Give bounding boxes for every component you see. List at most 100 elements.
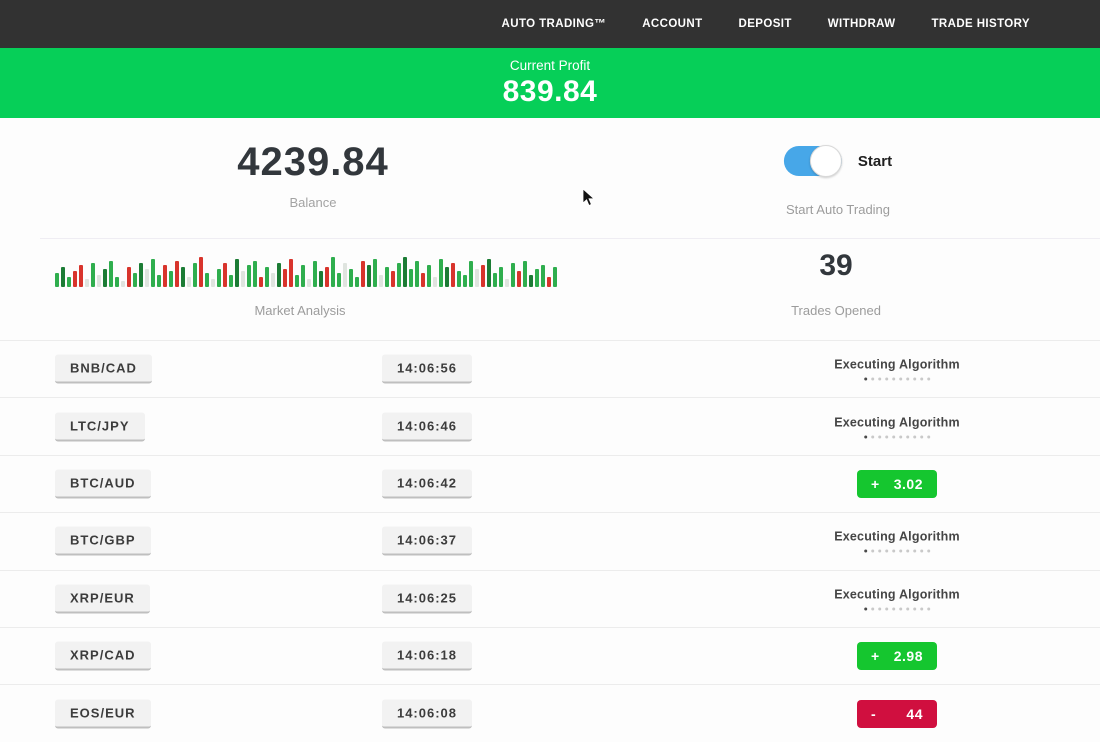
badge-sign: -	[871, 706, 876, 722]
nav-item-trade-history[interactable]: TRADE HISTORY	[932, 18, 1031, 30]
trade-status: Executing Algorithm	[834, 415, 960, 438]
balance-value: 4239.84	[237, 140, 389, 185]
market-bar	[91, 263, 95, 287]
market-bar	[247, 265, 251, 287]
trade-status: +3.02	[857, 470, 937, 498]
market-bar	[439, 259, 443, 287]
market-bar	[523, 261, 527, 287]
loading-dot	[906, 435, 909, 438]
market-bar	[79, 265, 83, 287]
loading-dots-icon	[834, 435, 960, 438]
market-analysis-section: Market Analysis 39 Trades Opened	[0, 239, 1100, 340]
market-bar	[373, 259, 377, 287]
market-bar	[229, 275, 233, 287]
executing-algorithm-label: Executing Algorithm	[834, 415, 960, 429]
loading-dot	[878, 607, 881, 610]
market-bar	[199, 257, 203, 287]
loading-dot	[878, 550, 881, 553]
loading-dot	[899, 435, 902, 438]
market-bar	[433, 277, 437, 287]
market-bar	[139, 263, 143, 287]
market-bar	[163, 265, 167, 287]
badge-value: 3.02	[894, 476, 923, 492]
loading-dot	[899, 607, 902, 610]
profit-badge-green: +2.98	[857, 642, 937, 670]
trades-opened-value: 39	[819, 249, 852, 283]
market-bar	[427, 265, 431, 287]
market-bar	[547, 277, 551, 287]
market-bar	[133, 273, 137, 287]
market-bar	[223, 263, 227, 287]
market-bar	[241, 271, 245, 287]
market-bar	[463, 275, 467, 287]
market-bar	[127, 267, 131, 287]
loading-dot	[864, 435, 867, 438]
market-bar	[295, 275, 299, 287]
auto-trading-toggle[interactable]	[784, 146, 842, 176]
loading-dot	[885, 378, 888, 381]
executing-algorithm-label: Executing Algorithm	[834, 587, 960, 601]
market-bar	[157, 275, 161, 287]
market-bar	[217, 269, 221, 287]
market-bar	[277, 263, 281, 287]
market-bar	[331, 257, 335, 287]
loading-dot	[913, 435, 916, 438]
trades-table: BNB/CAD14:06:56Executing AlgorithmLTC/JP…	[0, 340, 1100, 742]
loading-dot	[899, 550, 902, 553]
market-bar	[397, 263, 401, 287]
market-analysis-label: Market Analysis	[254, 303, 345, 318]
trade-status: +2.98	[857, 642, 937, 670]
trade-pair-chip: LTC/JPY	[55, 412, 145, 441]
market-bar	[313, 261, 317, 287]
balance-label: Balance	[237, 195, 389, 210]
trade-status: Executing Algorithm	[834, 358, 960, 381]
market-bar	[271, 273, 275, 287]
loading-dot	[927, 607, 930, 610]
loading-dot	[871, 435, 874, 438]
loading-dot	[927, 378, 930, 381]
market-bar	[391, 271, 395, 287]
loading-dot	[906, 378, 909, 381]
top-nav: AUTO TRADING™ ACCOUNT DEPOSIT WITHDRAW TRADE…	[0, 0, 1100, 48]
market-bar	[499, 267, 503, 287]
trade-pair-chip: BNB/CAD	[55, 355, 152, 384]
market-bar	[109, 261, 113, 287]
trade-status: Executing Algorithm	[834, 587, 960, 610]
loading-dots-icon	[834, 607, 960, 610]
auto-trading-page: AUTO TRADING™ ACCOUNT DEPOSIT WITHDRAW TRADE…	[0, 0, 1100, 742]
trade-time-chip: 14:06:08	[382, 699, 472, 728]
auto-trading-block: Start Start Auto Trading	[784, 146, 892, 217]
auto-trading-caption: Start Auto Trading	[784, 202, 892, 217]
market-bar	[421, 273, 425, 287]
loading-dot	[885, 607, 888, 610]
executing-algorithm-label: Executing Algorithm	[834, 530, 960, 544]
nav-item-auto-trading[interactable]: AUTO TRADING™	[502, 18, 607, 30]
market-bar	[193, 263, 197, 287]
table-row: BTC/AUD14:06:42+3.02	[0, 456, 1100, 513]
table-row: LTC/JPY 14:06:46 Executing Algorithm	[0, 398, 1100, 455]
badge-sign: +	[871, 476, 880, 492]
trade-time-chip: 14:06:18	[382, 642, 472, 671]
table-row: BTC/GBP14:06:37Executing Algorithm	[0, 513, 1100, 570]
market-bar	[487, 259, 491, 287]
market-bar	[343, 263, 347, 287]
nav-item-account[interactable]: ACCOUNT	[642, 18, 702, 30]
executing-algorithm-label: Executing Algorithm	[834, 358, 960, 372]
loading-dot	[878, 435, 881, 438]
market-bar	[469, 261, 473, 287]
balance-section: 4239.84 Balance Start Start Auto Trading	[0, 118, 1100, 238]
loading-dots-icon	[834, 378, 960, 381]
loading-dot	[871, 378, 874, 381]
loading-dot	[885, 550, 888, 553]
table-row: XRP/CAD14:06:18+2.98	[0, 628, 1100, 685]
loading-dot	[913, 378, 916, 381]
market-bar	[349, 269, 353, 287]
market-bar	[319, 271, 323, 287]
loading-dot	[920, 378, 923, 381]
nav-item-deposit[interactable]: DEPOSIT	[739, 18, 792, 30]
loading-dot	[913, 550, 916, 553]
trade-pair-chip: BTC/GBP	[55, 527, 151, 556]
nav-item-withdraw[interactable]: WITHDRAW	[828, 18, 896, 30]
market-bar	[445, 267, 449, 287]
trade-time-chip: 14:06:46	[382, 412, 472, 441]
